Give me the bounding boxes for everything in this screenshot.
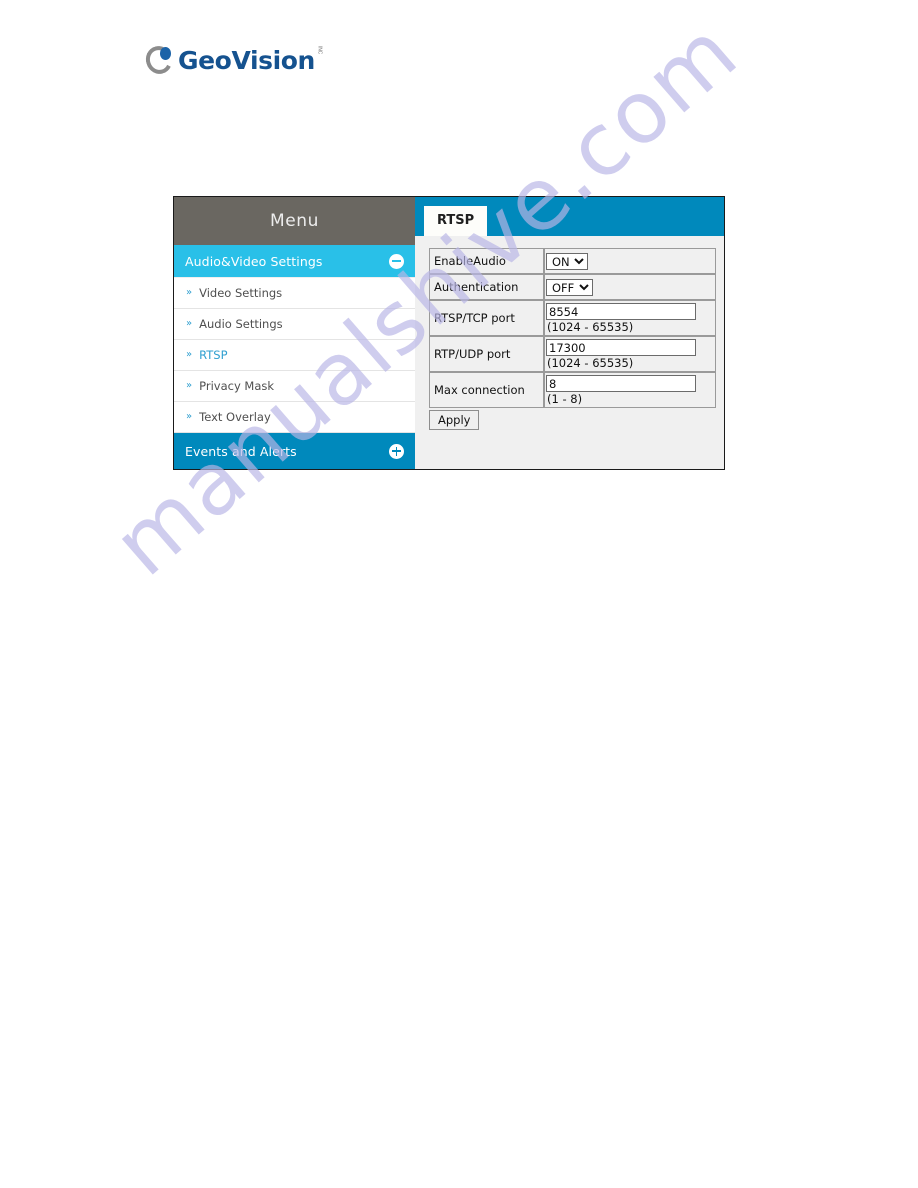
sidebar-item-video-settings[interactable]: » Video Settings [174,277,415,310]
field-value-enable-audio: ON [544,248,716,274]
rtp-udp-port-range-hint: (1024 - 65535) [547,356,634,370]
chevron-right-icon: » [186,411,193,423]
sidebar-group-events-and-alerts[interactable]: Events and Alerts [174,433,415,469]
rtsp-tcp-port-input[interactable] [546,303,696,320]
chevron-right-icon: » [186,349,193,361]
table-row: Authentication OFF [429,274,716,300]
sidebar-item-label: Privacy Mask [199,379,275,394]
enable-audio-select[interactable]: ON [546,252,588,270]
field-label-rtp-udp-port: RTP/UDP port [429,336,544,372]
minus-icon[interactable] [389,253,404,269]
tab-rtsp[interactable]: RTSP [424,206,488,236]
sidebar: Menu Audio&Video Settings » Video Settin… [174,197,415,469]
sidebar-item-text-overlay[interactable]: » Text Overlay [174,402,415,434]
rtsp-settings-pane: EnableAudio ON Authentication OFF RTSP/T… [415,236,724,469]
field-label-max-connection: Max connection [429,372,544,408]
brand-name: GeoVision [178,45,315,75]
sidebar-item-privacy-mask[interactable]: » Privacy Mask [174,371,415,403]
chevron-right-icon: » [186,380,193,392]
max-connection-input[interactable] [546,375,696,392]
table-row: Max connection (1 - 8) [429,372,716,408]
apply-button[interactable]: Apply [429,410,480,430]
sidebar-item-label: Video Settings [199,286,283,301]
geovision-logo: GeoVision INC [142,42,323,78]
max-connection-range-hint: (1 - 8) [547,392,583,406]
field-label-rtsp-tcp-port: RTSP/TCP port [429,300,544,336]
field-value-rtsp-tcp-port: (1024 - 65535) [544,300,716,336]
sidebar-item-label: RTSP [199,348,228,363]
field-label-enable-audio: EnableAudio [429,248,544,274]
authentication-select[interactable]: OFF [546,278,593,296]
table-row: EnableAudio ON [429,248,716,274]
field-value-max-connection: (1 - 8) [544,372,716,408]
rtsp-settings-table: EnableAudio ON Authentication OFF RTSP/T… [429,248,716,408]
sidebar-item-audio-settings[interactable]: » Audio Settings [174,309,415,341]
brand-trademark: INC [316,46,323,55]
field-value-rtp-udp-port: (1024 - 65535) [544,336,716,372]
sidebar-group-audio-video-settings[interactable]: Audio&Video Settings [174,245,415,278]
sidebar-item-label: Text Overlay [199,410,271,425]
geovision-logo-mark [142,42,176,78]
rtp-udp-port-input[interactable] [546,339,696,356]
logo-crescent-icon [142,42,176,78]
sidebar-group-label: Audio&Video Settings [185,253,323,269]
field-label-authentication: Authentication [429,274,544,300]
menu-title: Menu [174,197,415,246]
table-row: RTSP/TCP port (1024 - 65535) [429,300,716,336]
sidebar-item-label: Audio Settings [199,317,283,332]
logo-dot-icon [160,47,171,60]
content-pane: RTSP EnableAudio ON Authentication OFF R… [415,197,724,469]
plus-icon[interactable] [389,443,404,459]
field-value-authentication: OFF [544,274,716,300]
rtsp-tcp-port-range-hint: (1024 - 65535) [547,320,634,334]
sidebar-submenu: » Video Settings » Audio Settings » RTSP… [174,277,415,434]
table-row: RTP/UDP port (1024 - 65535) [429,336,716,372]
chevron-right-icon: » [186,287,193,299]
sidebar-group-label: Events and Alerts [185,443,297,459]
tabstrip: RTSP [415,197,724,236]
sidebar-item-rtsp[interactable]: » RTSP [174,340,415,372]
chevron-right-icon: » [186,318,193,330]
camera-web-ui-screenshot: Menu Audio&Video Settings » Video Settin… [173,196,725,470]
apply-row: Apply [429,410,716,430]
